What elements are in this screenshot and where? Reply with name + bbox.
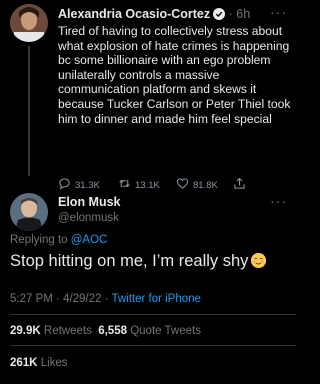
aoc-action-bar: 31.3K 13.1K 81.8K <box>58 177 288 193</box>
likes-label: Likes <box>40 357 68 369</box>
divider <box>10 314 296 315</box>
aoc-author-line: Alexandria Ocasio-Cortez · 6h <box>58 7 250 21</box>
aoc-more-icon[interactable]: ··· <box>270 4 287 20</box>
tweet-timestamp: 5:27 PM · 4/29/22 · Twitter for iPhone <box>10 293 201 305</box>
aoc-author-name[interactable]: Alexandria Ocasio-Cortez <box>58 7 210 21</box>
retweets-stat[interactable]: 29.9K Retweets <box>10 325 92 337</box>
engagement-stats: 29.9K Retweets 6,558 Quote Tweets <box>10 325 201 337</box>
tweet-source-link[interactable]: Twitter for iPhone <box>111 293 200 305</box>
tweet-time[interactable]: 5:27 PM · 4/29/22 · <box>10 293 111 305</box>
reply-to-link[interactable]: @AOC <box>71 234 108 246</box>
retweet-count: 13.1K <box>135 179 160 191</box>
reply-action[interactable]: 31.3K <box>58 177 100 193</box>
like-count: 81.8K <box>193 179 218 191</box>
reply-count: 31.3K <box>75 179 100 191</box>
reply-icon <box>58 177 71 193</box>
aoc-tweet-text: Tired of having to collectively stress a… <box>58 24 291 126</box>
aoc-time-ago[interactable]: 6h <box>236 7 250 21</box>
thread-line <box>28 46 30 176</box>
elon-more-icon[interactable]: ··· <box>270 193 287 209</box>
replying-to-label: Replying to <box>10 234 71 246</box>
elon-avatar[interactable] <box>10 193 48 231</box>
elon-tweet-text-line: Stop hitting on me, I’m really shy <box>10 252 267 271</box>
aoc-avatar[interactable] <box>10 4 48 42</box>
retweet-icon <box>118 177 131 193</box>
quote-tweets-stat[interactable]: 6,558 Quote Tweets <box>98 325 201 337</box>
share-action[interactable] <box>233 177 246 193</box>
like-action[interactable]: 81.8K <box>176 177 218 193</box>
elon-author-name[interactable]: Elon Musk <box>58 195 121 209</box>
retweet-action[interactable]: 13.1K <box>118 177 160 193</box>
elon-tweet-text: Stop hitting on me, I’m really shy <box>10 252 249 270</box>
replying-to-line: Replying to @AOC <box>10 234 107 246</box>
smiling-face-emoji-icon <box>251 253 267 268</box>
share-icon <box>233 177 246 193</box>
like-icon <box>176 177 189 193</box>
verified-badge-icon <box>213 8 226 20</box>
divider <box>10 345 296 346</box>
likes-stat[interactable]: 261K Likes <box>10 357 68 369</box>
likes-count: 261K <box>10 357 38 369</box>
elon-handle[interactable]: @elonmusk <box>58 212 119 224</box>
